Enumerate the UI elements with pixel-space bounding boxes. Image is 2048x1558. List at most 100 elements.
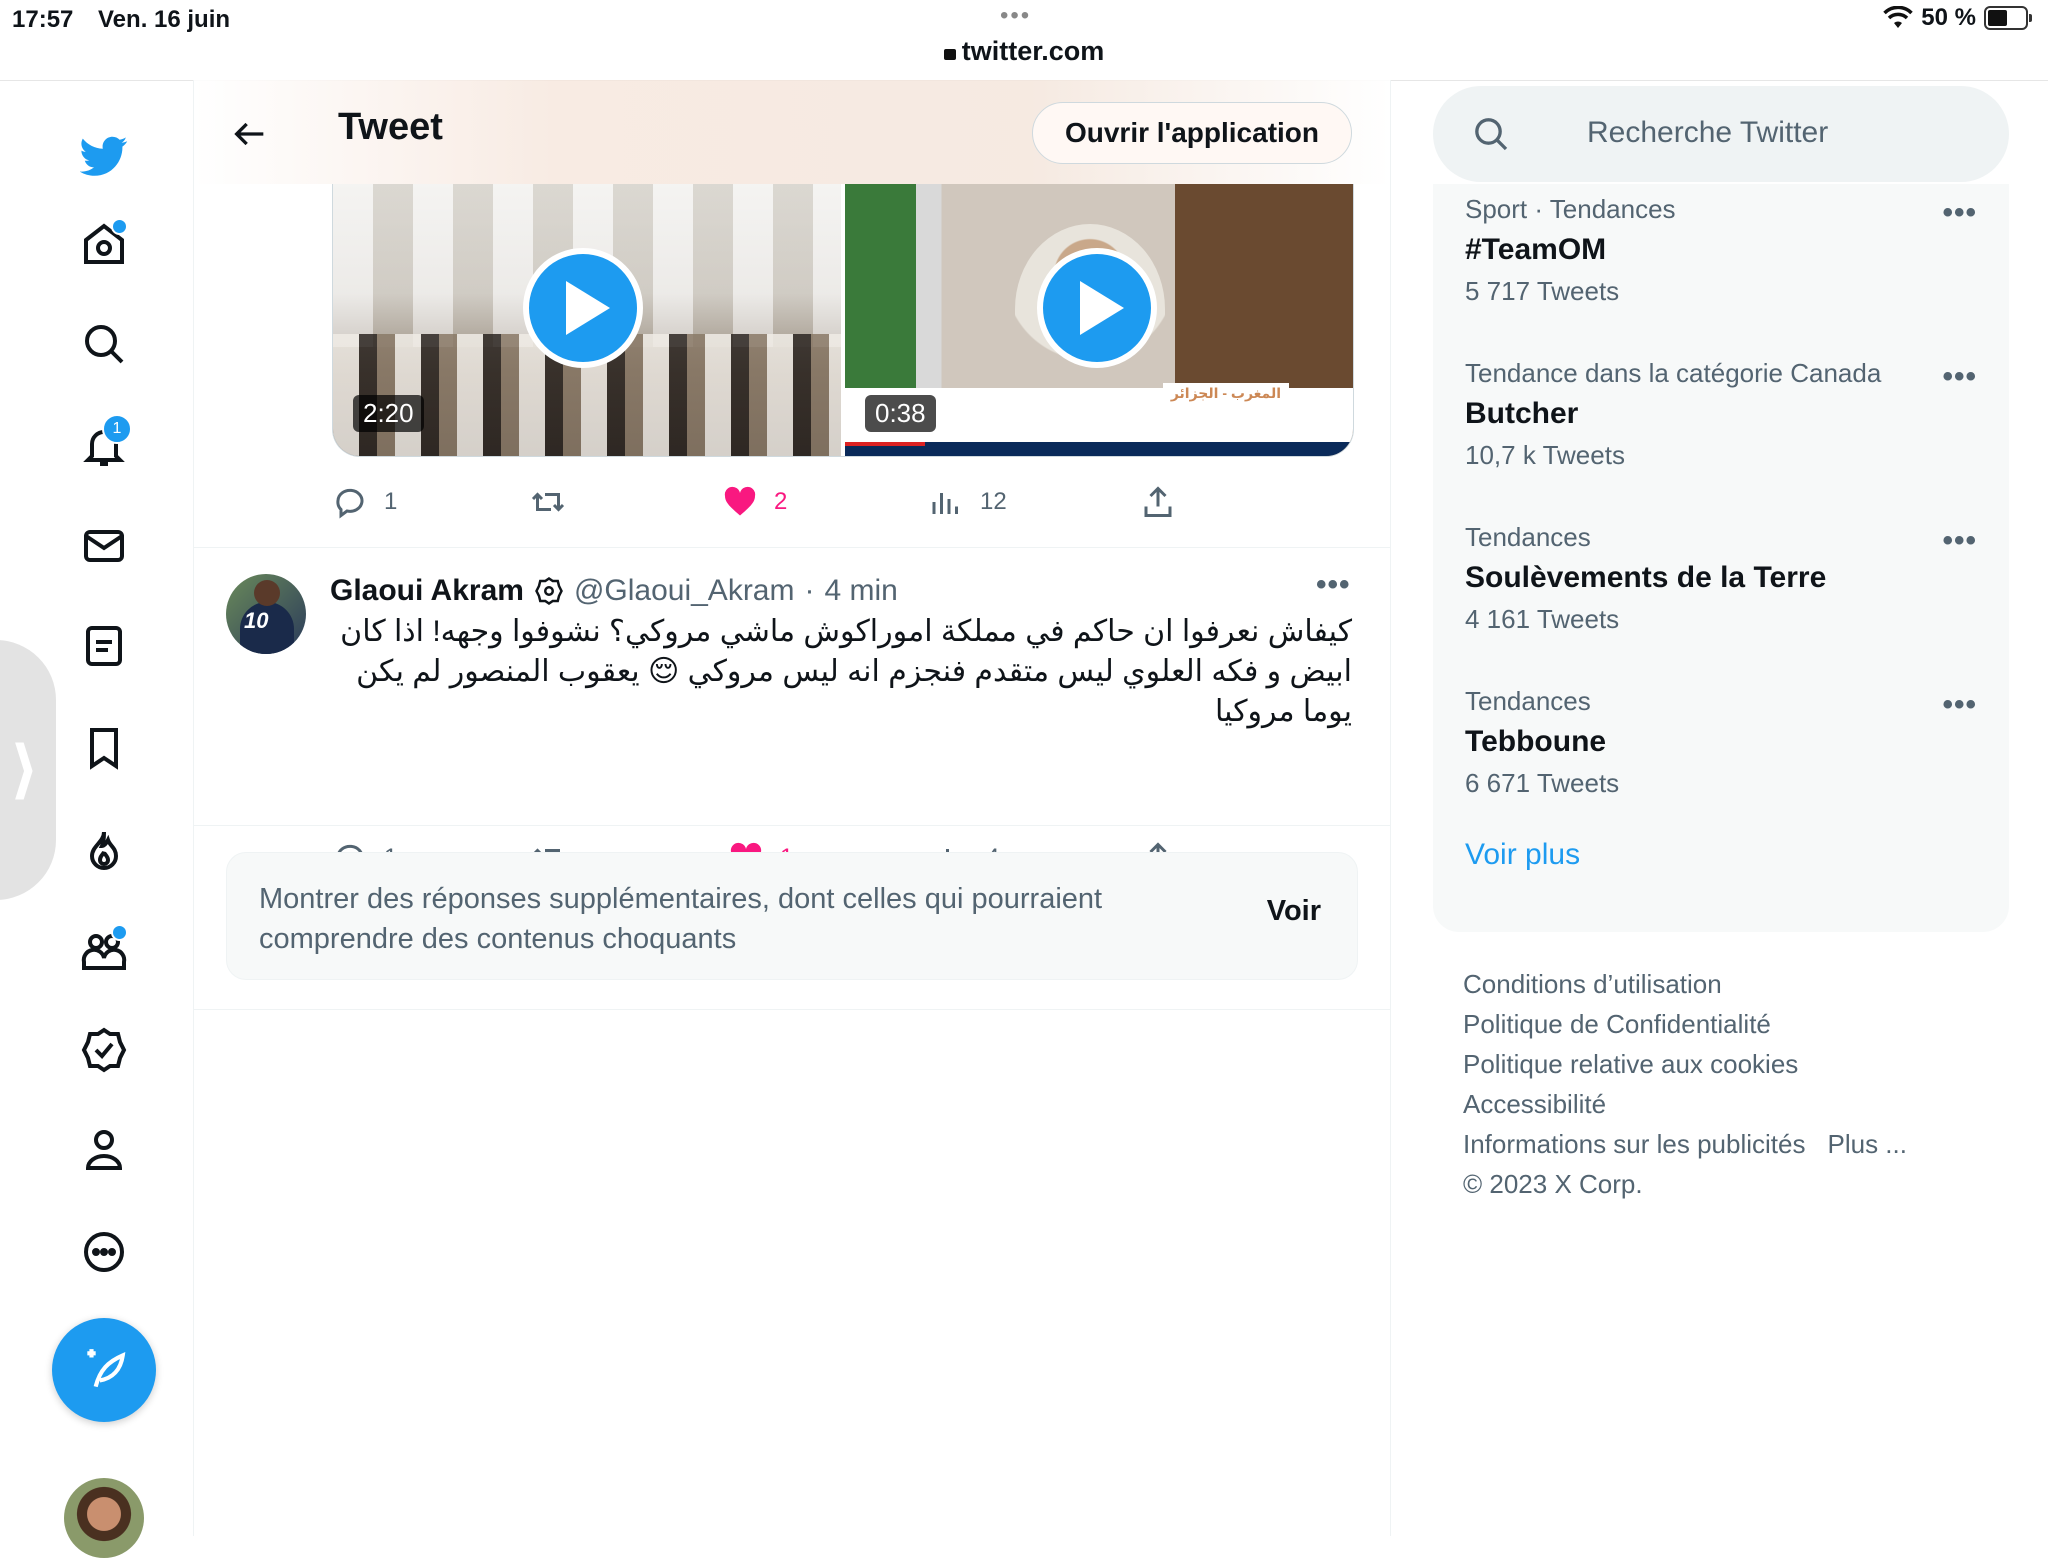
main-column: Tweet Ouvrir l'application 2:20 المغرب -… bbox=[194, 80, 1391, 1536]
back-arrow-icon[interactable] bbox=[230, 114, 270, 154]
show-more-replies-button[interactable]: Voir bbox=[1267, 895, 1321, 928]
account-avatar[interactable] bbox=[64, 1478, 144, 1558]
trend-item[interactable]: Tendances Tebboune 6 671 Tweets ••• bbox=[1465, 684, 1995, 800]
views-chart-icon bbox=[932, 493, 958, 514]
divider bbox=[194, 825, 1390, 826]
author-avatar[interactable]: 10 bbox=[226, 574, 306, 654]
topics-flame-icon[interactable] bbox=[74, 820, 134, 880]
trend-meta: Tendances bbox=[1465, 522, 1591, 552]
like-count: 2 bbox=[774, 488, 788, 515]
footer-ads-row: Informations sur les publicités Plus ... bbox=[1463, 1124, 2003, 1164]
footer-copyright: © 2023 X Corp. bbox=[1463, 1169, 1643, 1199]
search-input[interactable]: Recherche Twitter bbox=[1433, 86, 2009, 182]
avatar-jersey-number: 10 bbox=[244, 608, 269, 633]
chevron-right-icon: ⟩ bbox=[10, 733, 40, 805]
footer-links: Conditions d’utilisation Politique de Co… bbox=[1463, 964, 2003, 1204]
more-circle-icon[interactable] bbox=[74, 1222, 134, 1282]
footer-terms-link[interactable]: Conditions d’utilisation bbox=[1463, 964, 2003, 1004]
status-right: 50 % bbox=[1883, 4, 2032, 32]
tweet-time[interactable]: 4 min bbox=[825, 574, 898, 608]
trends-panel: Sport · Tendances #TeamOM 5 717 Tweets •… bbox=[1433, 184, 2009, 932]
bookmarks-icon[interactable] bbox=[74, 718, 134, 778]
open-app-button[interactable]: Ouvrir l'application bbox=[1032, 102, 1352, 164]
page-title: Tweet bbox=[338, 106, 443, 148]
tv-caption: المغرب - الجزائر bbox=[1162, 383, 1289, 404]
notifications-badge: 1 bbox=[102, 414, 132, 444]
like-button[interactable]: 2 bbox=[722, 484, 787, 520]
trend-more-icon[interactable]: ••• bbox=[1942, 196, 1977, 230]
right-sidebar: Recherche Twitter Sport · Tendances #Tea… bbox=[1391, 80, 2048, 1536]
play-button-icon[interactable] bbox=[523, 248, 643, 368]
trend-item[interactable]: Tendance dans la catégorie Canada Butche… bbox=[1465, 356, 1995, 472]
tweet-more-icon[interactable]: ••• bbox=[1316, 568, 1351, 602]
trend-name: Soulèvements de la Terre bbox=[1465, 561, 1827, 594]
reply-button[interactable]: 1 bbox=[332, 484, 397, 520]
lock-icon bbox=[943, 49, 956, 60]
profile-icon[interactable] bbox=[74, 1120, 134, 1180]
trend-meta: Sport · Tendances bbox=[1465, 194, 1676, 224]
battery-icon bbox=[1984, 6, 2032, 30]
compose-tweet-button[interactable] bbox=[52, 1318, 156, 1422]
address-bar[interactable]: twitter.com bbox=[0, 36, 2048, 67]
more-replies-panel: Montrer des réponses supplémentaires, do… bbox=[226, 852, 1358, 980]
messages-envelope-icon[interactable] bbox=[74, 516, 134, 576]
communities-icon[interactable] bbox=[74, 920, 134, 980]
views-count: 12 bbox=[980, 488, 1007, 515]
trend-more-icon[interactable]: ••• bbox=[1942, 360, 1977, 394]
home-icon[interactable] bbox=[74, 214, 134, 274]
trend-more-icon[interactable]: ••• bbox=[1942, 688, 1977, 722]
trend-name: #TeamOM bbox=[1465, 233, 1607, 266]
tv-ticker bbox=[845, 442, 1353, 456]
reply-count: 1 bbox=[384, 488, 398, 515]
left-navigation: 1 ⟩ bbox=[0, 80, 194, 1558]
trend-more-icon[interactable]: ••• bbox=[1942, 524, 1977, 558]
trend-count: 5 717 Tweets bbox=[1465, 276, 1620, 306]
avatar-head bbox=[254, 580, 280, 606]
footer-cookies-link[interactable]: Politique relative aux cookies bbox=[1463, 1044, 2003, 1084]
lists-icon[interactable] bbox=[74, 616, 134, 676]
tweet-header: Tweet Ouvrir l'application bbox=[194, 80, 1390, 184]
share-button[interactable] bbox=[1140, 484, 1176, 520]
reply-icon bbox=[336, 488, 364, 519]
author-name[interactable]: Glaoui Akram bbox=[330, 574, 524, 608]
verified-org-badge-icon bbox=[535, 576, 563, 606]
heart-filled-icon bbox=[724, 486, 756, 516]
multitasking-dots-icon[interactable]: ••• bbox=[1000, 2, 1031, 30]
more-replies-text: Montrer des réponses supplémentaires, do… bbox=[259, 883, 1103, 955]
status-time: 17:57 bbox=[12, 6, 74, 33]
footer-ads-link[interactable]: Informations sur les publicités bbox=[1463, 1129, 1805, 1159]
video-duration: 0:38 bbox=[865, 395, 936, 432]
play-button-icon[interactable] bbox=[1037, 248, 1157, 368]
sidebar-handle[interactable]: ⟩ bbox=[0, 640, 56, 900]
trend-meta: Tendances bbox=[1465, 686, 1591, 716]
video-thumbnail-1[interactable]: 2:20 bbox=[333, 184, 841, 456]
notifications-bell-icon[interactable]: 1 bbox=[74, 414, 134, 476]
twitter-logo-icon[interactable] bbox=[74, 126, 134, 186]
url-text: twitter.com bbox=[961, 36, 1105, 66]
footer-privacy-link[interactable]: Politique de Confidentialité bbox=[1463, 1004, 2003, 1044]
video-duration: 2:20 bbox=[353, 395, 424, 432]
verified-icon[interactable] bbox=[74, 1020, 134, 1080]
views-button[interactable]: 12 bbox=[928, 484, 1007, 520]
author-handle[interactable]: @Glaoui_Akram bbox=[574, 574, 795, 608]
show-more-trends-link[interactable]: Voir plus bbox=[1465, 838, 1580, 872]
trend-meta: Tendance dans la catégorie Canada bbox=[1465, 358, 1882, 388]
divider bbox=[194, 1009, 1390, 1010]
tweet-media: 2:20 المغرب - الجزائر 0:38 bbox=[332, 184, 1354, 457]
trend-item[interactable]: Sport · Tendances #TeamOM 5 717 Tweets •… bbox=[1465, 192, 1995, 308]
search-icon bbox=[1475, 118, 1508, 151]
retweet-button[interactable] bbox=[530, 484, 566, 520]
footer-more-link[interactable]: Plus ... bbox=[1827, 1129, 1906, 1159]
footer-accessibility-link[interactable]: Accessibilité bbox=[1463, 1084, 2003, 1124]
trend-count: 10,7 k Tweets bbox=[1465, 440, 1625, 470]
search-icon[interactable] bbox=[74, 314, 134, 374]
trend-count: 4 161 Tweets bbox=[1465, 604, 1620, 634]
separator: · bbox=[804, 574, 815, 607]
retweet-icon bbox=[531, 492, 565, 512]
search-placeholder: Recherche Twitter bbox=[1587, 116, 1829, 149]
trend-item[interactable]: Tendances Soulèvements de la Terre 4 161… bbox=[1465, 520, 1995, 636]
feather-plus-icon bbox=[87, 1349, 126, 1388]
video-thumbnail-2[interactable]: المغرب - الجزائر 0:38 bbox=[845, 184, 1353, 456]
divider bbox=[194, 547, 1390, 548]
tweet-author-line: Glaoui Akram @Glaoui_Akram · 4 min bbox=[330, 574, 898, 608]
